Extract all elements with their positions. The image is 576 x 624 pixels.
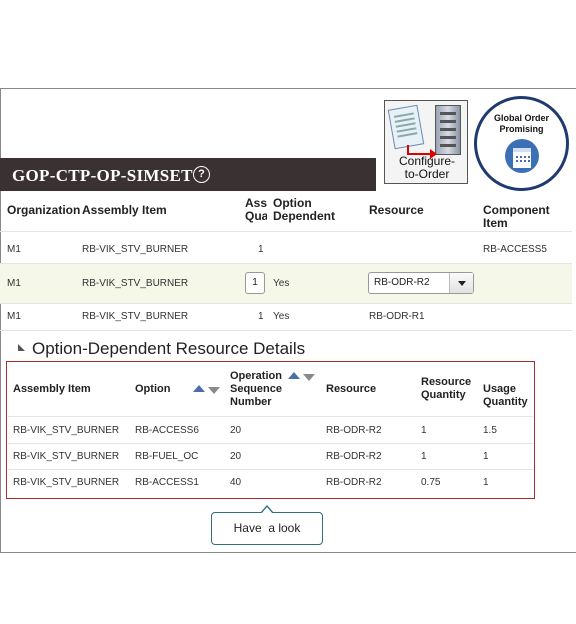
sort-ascending-icon[interactable] bbox=[193, 385, 205, 392]
server-icon bbox=[435, 105, 461, 155]
cell-option: RB-ACCESS6 bbox=[135, 425, 199, 436]
resource-select[interactable]: RB-ODR-R2 bbox=[368, 272, 474, 294]
document-icon bbox=[387, 104, 425, 150]
configure-to-order-label: Configure- to-Order bbox=[398, 154, 456, 181]
collapse-triangle-icon[interactable] bbox=[18, 344, 25, 351]
cell-resource: RB-ODR-R2 bbox=[326, 477, 382, 488]
cell-quantity: 1 bbox=[258, 244, 264, 255]
cell-option: RB-FUEL_OC bbox=[135, 451, 199, 462]
row-divider bbox=[0, 330, 572, 331]
cell-option: RB-ACCESS1 bbox=[135, 477, 199, 488]
cell-operation-sequence: 20 bbox=[230, 451, 242, 462]
cell-usage-quantity: 1 bbox=[483, 451, 489, 462]
cell-usage-quantity: 1.5 bbox=[483, 425, 497, 436]
calendar-icon bbox=[505, 139, 539, 173]
section-title: Option-Dependent Resource Details bbox=[32, 339, 306, 358]
header-option-dependent[interactable]: Option Dependent bbox=[273, 197, 335, 223]
cell-assembly-item: RB-VIK_STV_BURNER bbox=[82, 244, 189, 255]
global-order-promising-label: Global Order Promising bbox=[493, 113, 549, 134]
callout-have-a-look: Have a look bbox=[211, 505, 323, 545]
cell-resource: RB-ODR-R1 bbox=[369, 311, 425, 322]
header-assembly-item[interactable]: Assembly Item bbox=[82, 204, 167, 217]
page-title: GOP-CTP-OP-SIMSET bbox=[12, 166, 193, 185]
header-resource[interactable]: Resource bbox=[369, 204, 424, 217]
cell-operation-sequence: 40 bbox=[230, 477, 242, 488]
cell-organization: M1 bbox=[7, 244, 21, 255]
cell-resource-quantity: 1 bbox=[421, 425, 427, 436]
sort-ascending-icon[interactable] bbox=[288, 372, 300, 379]
detail-table: Assembly Item Option Operation Sequence … bbox=[6, 361, 535, 499]
cell-organization: M1 bbox=[7, 311, 21, 322]
cell-operation-sequence: 20 bbox=[230, 425, 242, 436]
cell-assembly-item: RB-VIK_STV_BURNER bbox=[13, 451, 120, 462]
cell-quantity: 1 bbox=[258, 311, 264, 322]
cell-assembly-item: RB-VIK_STV_BURNER bbox=[13, 477, 120, 488]
row-divider bbox=[8, 443, 533, 444]
page-header: GOP-CTP-OP-SIMSET ? bbox=[0, 158, 376, 191]
cell-resource: RB-ODR-R2 bbox=[326, 425, 382, 436]
cell-organization: M1 bbox=[7, 278, 21, 289]
global-order-promising-button[interactable]: Global Order Promising bbox=[474, 96, 569, 191]
row-divider bbox=[0, 303, 572, 304]
question-circle-icon[interactable]: ? bbox=[193, 166, 210, 183]
header-operation-sequence-number[interactable]: Operation Sequence Number bbox=[230, 370, 282, 409]
cell-option-dependent: Yes bbox=[273, 278, 290, 289]
cell-usage-quantity: 1 bbox=[483, 477, 489, 488]
configure-to-order-button[interactable]: Configure- to-Order bbox=[384, 100, 468, 184]
cell-component-item: RB-ACCESS5 bbox=[483, 244, 547, 255]
resource-select-value: RB-ODR-R2 bbox=[374, 277, 430, 288]
header-option[interactable]: Option bbox=[135, 383, 170, 396]
sort-descending-icon[interactable] bbox=[303, 374, 315, 381]
header-resource[interactable]: Resource bbox=[326, 383, 376, 396]
header-organization[interactable]: Organization bbox=[7, 204, 80, 217]
quantity-input[interactable]: 1 bbox=[245, 272, 265, 294]
row-divider bbox=[8, 416, 533, 417]
header-usage-quantity[interactable]: Usage Quantity bbox=[483, 383, 528, 409]
header-resource-quantity[interactable]: Resource Quantity bbox=[421, 376, 471, 402]
row-divider bbox=[8, 469, 533, 470]
chevron-down-icon[interactable] bbox=[449, 273, 473, 293]
header-assembly-quantity[interactable]: Asse Qua bbox=[245, 197, 267, 223]
cell-resource-quantity: 1 bbox=[421, 451, 427, 462]
cell-assembly-item: RB-VIK_STV_BURNER bbox=[13, 425, 120, 436]
cell-resource-quantity: 0.75 bbox=[421, 477, 441, 488]
sort-descending-icon[interactable] bbox=[208, 387, 220, 394]
cell-option-dependent: Yes bbox=[273, 311, 290, 322]
cell-assembly-item: RB-VIK_STV_BURNER bbox=[82, 278, 189, 289]
cell-assembly-item: RB-VIK_STV_BURNER bbox=[82, 311, 189, 322]
header-component-item[interactable]: Component Item bbox=[483, 204, 576, 230]
cell-resource: RB-ODR-R2 bbox=[326, 451, 382, 462]
header-assembly-item[interactable]: Assembly Item bbox=[13, 383, 91, 396]
row-divider bbox=[0, 231, 572, 232]
